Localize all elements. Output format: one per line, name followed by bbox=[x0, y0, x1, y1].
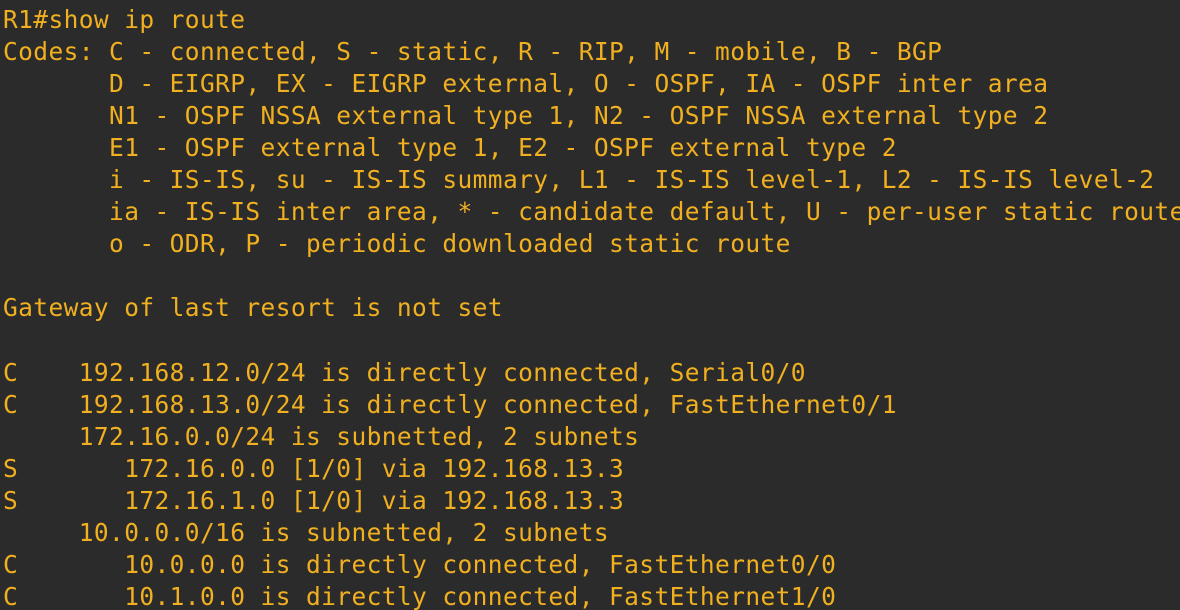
terminal-line-codes: D - EIGRP, EX - EIGRP external, O - OSPF… bbox=[3, 69, 1049, 98]
terminal-line-codes: Codes: C - connected, S - static, R - RI… bbox=[3, 37, 943, 66]
route-entry: S 172.16.0.0 [1/0] via 192.168.13.3 bbox=[3, 454, 625, 483]
route-entry: C 10.0.0.0 is directly connected, FastEt… bbox=[3, 550, 837, 579]
route-entry: C 192.168.13.0/24 is directly connected,… bbox=[3, 390, 897, 419]
terminal-line-codes: ia - IS-IS inter area, * - candidate def… bbox=[3, 197, 1180, 226]
terminal-line-command: R1#show ip route bbox=[3, 5, 246, 34]
route-entry: C 192.168.12.0/24 is directly connected,… bbox=[3, 358, 806, 387]
route-subnet-header: 172.16.0.0/24 is subnetted, 2 subnets bbox=[3, 422, 640, 451]
terminal-window[interactable]: R1#show ip route Codes: C - connected, S… bbox=[0, 0, 1180, 610]
route-subnet-header: 10.0.0.0/16 is subnetted, 2 subnets bbox=[3, 518, 610, 547]
terminal-line-codes: E1 - OSPF external type 1, E2 - OSPF ext… bbox=[3, 133, 897, 162]
terminal-line-gateway: Gateway of last resort is not set bbox=[3, 293, 503, 322]
route-entry: S 172.16.1.0 [1/0] via 192.168.13.3 bbox=[3, 486, 625, 515]
terminal-line-codes: i - IS-IS, su - IS-IS summary, L1 - IS-I… bbox=[3, 165, 1155, 194]
terminal-line-codes: o - ODR, P - periodic downloaded static … bbox=[3, 229, 791, 258]
terminal-line-codes: N1 - OSPF NSSA external type 1, N2 - OSP… bbox=[3, 101, 1049, 130]
route-entry: C 10.1.0.0 is directly connected, FastEt… bbox=[3, 582, 837, 610]
